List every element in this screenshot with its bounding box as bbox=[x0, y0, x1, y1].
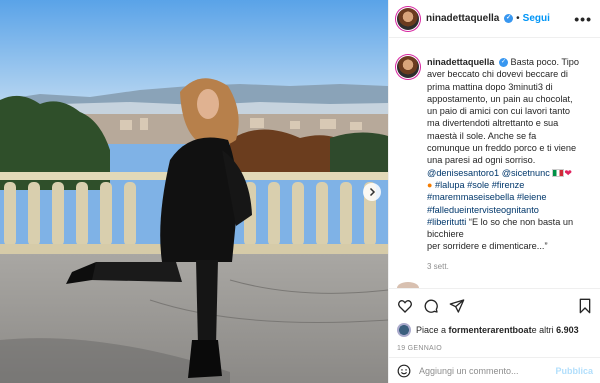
quote-line: per sorridere e dimenticare...” bbox=[427, 241, 548, 252]
caption-line: Basta poco. Tipo bbox=[510, 57, 579, 67]
caption-line: una paresi ad ogni sorriso. bbox=[427, 155, 536, 166]
caption-line: ma divertendoti altrettanto e sua bbox=[427, 118, 559, 129]
action-icons-row bbox=[397, 295, 593, 317]
username-link[interactable]: ninadettaquella ✓ bbox=[426, 13, 514, 24]
chevron-right-icon bbox=[369, 187, 376, 197]
post-sidebar: ninadettaquella ✓ • Segui ••• ninadettaq… bbox=[388, 0, 600, 383]
bookmark-icon[interactable] bbox=[577, 298, 593, 314]
caption-line: prima mattina dopo 3minuti3 di bbox=[427, 81, 553, 92]
liker-avatar[interactable] bbox=[397, 323, 411, 337]
caption-line: appostamento, un pain au chocolat, bbox=[427, 93, 573, 104]
share-icon[interactable] bbox=[449, 298, 465, 314]
likes-summary: Piace a formenterarentboat e altri 6.903 bbox=[397, 323, 593, 337]
caption-area: ninadettaquella ✓ Basta poco. Tipo aver … bbox=[389, 38, 600, 288]
caption-timestamp[interactable]: 3 sett. bbox=[427, 261, 592, 273]
hashtag-link[interactable]: #lalupa #sole #firenze bbox=[435, 180, 524, 190]
quote-line: “E lo so che non basta un bbox=[468, 216, 574, 227]
verified-badge-icon: ✓ bbox=[498, 58, 508, 68]
heart-emoji-icon: ❤ bbox=[564, 167, 572, 178]
publish-button[interactable]: Pubblica bbox=[555, 366, 593, 376]
caption-line: maestà il sole. Anche se fa bbox=[427, 130, 537, 141]
post-date[interactable]: 19 GENNAIO bbox=[397, 345, 593, 352]
hashtag-link[interactable]: #maremmaseisebella #leiene bbox=[427, 192, 547, 202]
heart-icon[interactable] bbox=[397, 298, 413, 314]
post-photo[interactable] bbox=[0, 0, 388, 383]
mention-link[interactable]: @denisesantoro1 bbox=[427, 168, 499, 178]
hashtag-link[interactable]: #falledueintervisteognitanto bbox=[427, 205, 539, 215]
likes-count[interactable]: 6.903 bbox=[556, 325, 579, 335]
caption-line: un paio di amici con cui lavori tanto bbox=[427, 106, 570, 117]
emoji-icon[interactable] bbox=[397, 364, 411, 378]
quote-line: bicchiere bbox=[427, 229, 464, 240]
mention-link[interactable]: @sicetnunc bbox=[502, 168, 550, 178]
comment-input[interactable] bbox=[419, 365, 556, 376]
caption-line: aver beccato chi dovevi beccare di bbox=[427, 69, 568, 80]
italy-flag-icon bbox=[552, 169, 565, 178]
caption-text: ninadettaquella ✓ Basta poco. Tipo aver … bbox=[427, 56, 592, 273]
carousel-next-button[interactable] bbox=[363, 183, 381, 201]
caption-line: comunque un freddo porco e ti viene bbox=[427, 143, 577, 154]
more-options-icon[interactable]: ••• bbox=[574, 12, 592, 26]
comment-icon[interactable] bbox=[423, 298, 439, 314]
hashtag-link[interactable]: #liberitutti bbox=[427, 217, 466, 227]
liker-username[interactable]: formenterarentboat bbox=[449, 325, 532, 335]
likes-prefix: Piace a bbox=[416, 325, 447, 335]
post-header: ninadettaquella ✓ • Segui ••• bbox=[389, 0, 600, 38]
likes-suffix: e altri bbox=[531, 325, 554, 335]
username[interactable]: ninadettaquella bbox=[426, 13, 499, 24]
caption-avatar[interactable] bbox=[397, 56, 419, 78]
post-actions: Piace a formenterarentboat e altri 6.903… bbox=[389, 288, 600, 352]
comment-bar: Pubblica bbox=[389, 357, 600, 383]
photo-scene bbox=[0, 0, 388, 383]
follow-button[interactable]: Segui bbox=[523, 13, 550, 24]
separator-dot: • bbox=[516, 13, 520, 24]
avatar[interactable] bbox=[397, 7, 419, 30]
caption-username[interactable]: ninadettaquella bbox=[427, 57, 494, 67]
fire-emoji-icon: ● bbox=[427, 179, 433, 190]
verified-badge-icon: ✓ bbox=[504, 13, 514, 23]
